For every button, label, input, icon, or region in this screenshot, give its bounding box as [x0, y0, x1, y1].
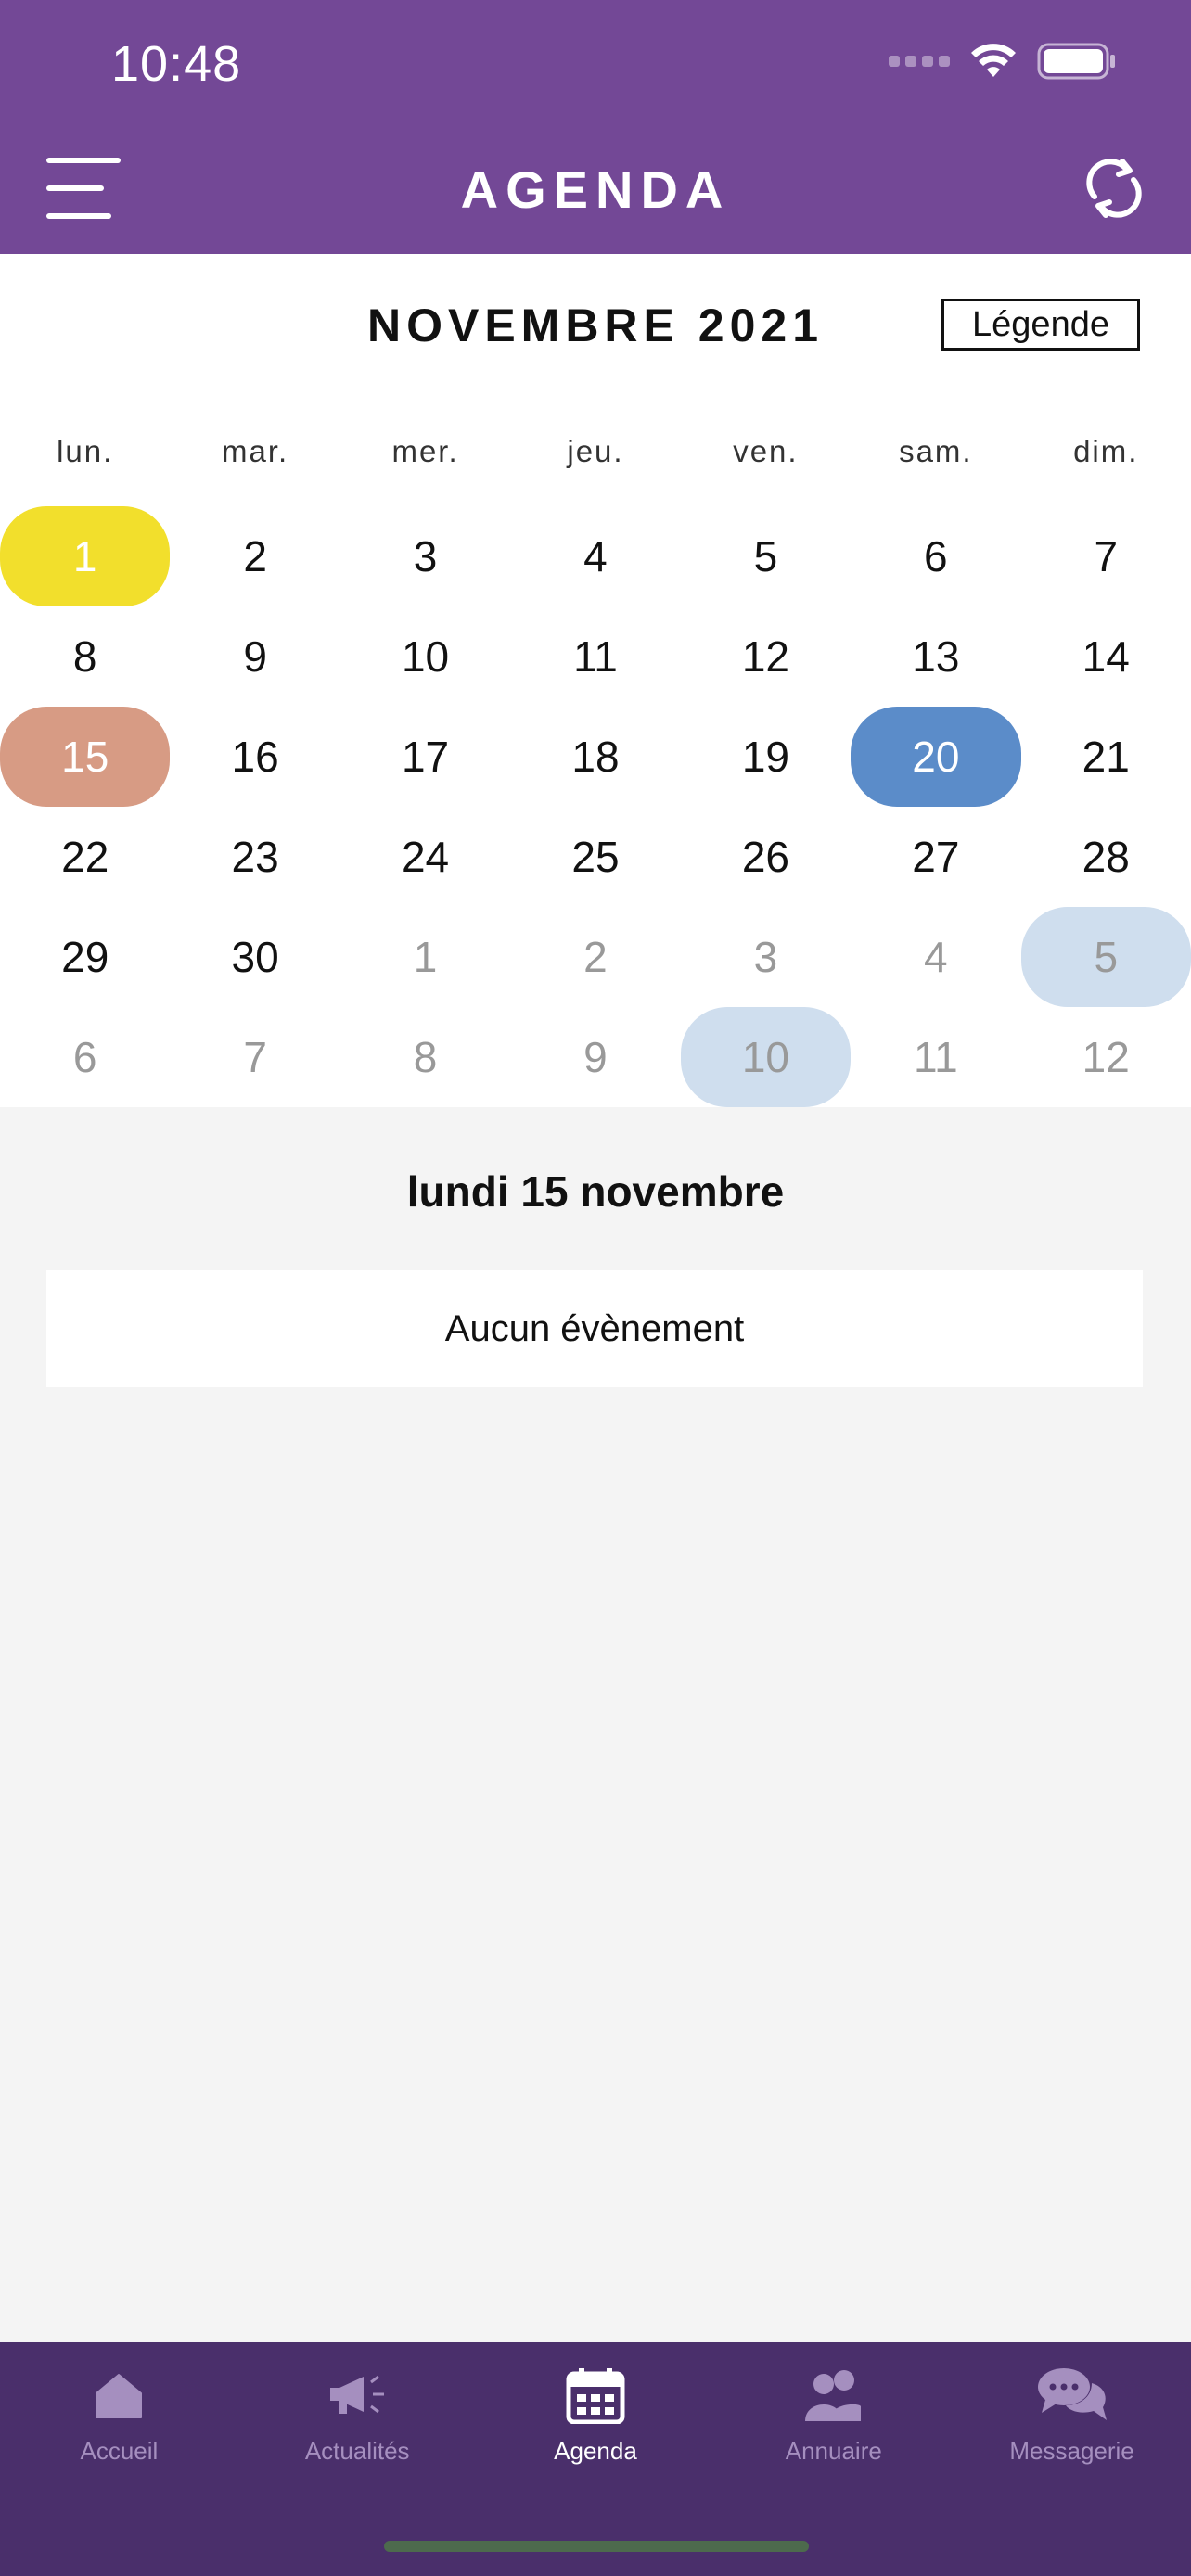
calendar-day[interactable]: 11	[510, 606, 680, 707]
calendar-day[interactable]: 14	[1021, 606, 1191, 707]
page-title: AGENDA	[460, 160, 731, 219]
calendar-day-other-month[interactable]: 5	[1020, 907, 1191, 1007]
weekday-label: jeu.	[567, 434, 624, 468]
tab-label: Actualités	[304, 2437, 410, 2465]
weekday-label: mar.	[222, 434, 289, 468]
battery-icon	[1037, 43, 1115, 80]
weekday-label: ven.	[733, 434, 799, 468]
calendar-day-other-month[interactable]: 7	[170, 1007, 339, 1107]
weekday-label: sam.	[899, 434, 973, 468]
status-icons	[889, 43, 1117, 80]
tab-actualites[interactable]: Actualités	[238, 2342, 477, 2500]
calendar-day[interactable]: 13	[851, 606, 1020, 707]
calendar-day[interactable]: 25	[510, 807, 680, 907]
calendar-day-other-month[interactable]: 8	[340, 1007, 510, 1107]
calendar-day[interactable]: 19	[681, 707, 851, 807]
calendar-day-selected[interactable]: 15	[0, 707, 171, 807]
calendar-day[interactable]: 27	[851, 807, 1020, 907]
calendar-day[interactable]: 29	[0, 907, 170, 1007]
tab-messagerie[interactable]: Messagerie	[953, 2342, 1191, 2500]
wifi-icon	[971, 44, 1016, 77]
calendar-week: 29 30 1 2 3 4 5	[0, 907, 1191, 1007]
calendar-day-other-month[interactable]: 3	[681, 907, 851, 1007]
chat-icon	[1035, 2363, 1109, 2428]
calendar-day-today[interactable]: 20	[851, 707, 1021, 807]
calendar-week: 22 23 24 25 26 27 28	[0, 807, 1191, 907]
tab-label: Accueil	[80, 2437, 159, 2465]
calendar-day[interactable]: 16	[170, 707, 339, 807]
calendar-day[interactable]: 30	[170, 907, 339, 1007]
weekday-label: mer.	[391, 434, 459, 468]
people-icon	[797, 2363, 871, 2428]
calendar-day-other-month[interactable]: 9	[510, 1007, 680, 1107]
calendar-day-other-month[interactable]: 12	[1021, 1007, 1191, 1107]
calendar-grid: 1 2 3 4 5 6 7 8 9 10 11 12 13 14 15 16 1…	[0, 506, 1191, 1107]
refresh-icon[interactable]	[1082, 156, 1146, 221]
calendar-day[interactable]: 6	[851, 506, 1020, 606]
calendar-day-other-month[interactable]: 1	[340, 907, 510, 1007]
weekday-label: dim.	[1073, 434, 1139, 468]
calendar-week: 6 7 8 9 10 11 12	[0, 1007, 1191, 1107]
tab-label: Messagerie	[1009, 2437, 1134, 2465]
calendar-day[interactable]: 7	[1021, 506, 1191, 606]
calendar-day[interactable]: 18	[510, 707, 680, 807]
calendar-day[interactable]: 21	[1021, 707, 1191, 807]
selected-date-heading: lundi 15 novembre	[406, 1167, 785, 1216]
home-icon	[82, 2363, 156, 2428]
tab-accueil[interactable]: Accueil	[0, 2342, 238, 2500]
tab-label: Agenda	[554, 2437, 637, 2465]
tab-agenda[interactable]: Agenda	[477, 2342, 715, 2500]
calendar-week: 1 2 3 4 5 6 7	[0, 506, 1191, 606]
calendar-day[interactable]: 5	[681, 506, 851, 606]
calendar-day-other-month[interactable]: 4	[851, 907, 1020, 1007]
calendar-day[interactable]: 2	[170, 506, 339, 606]
calendar-day[interactable]: 17	[340, 707, 510, 807]
calendar-day-other-month[interactable]: 11	[851, 1007, 1020, 1107]
megaphone-icon	[320, 2363, 394, 2428]
tab-label: Annuaire	[785, 2437, 882, 2465]
calendar-day[interactable]: 26	[681, 807, 851, 907]
calendar-day[interactable]: 12	[681, 606, 851, 707]
calendar-week: 15 16 17 18 19 20 21	[0, 707, 1191, 807]
tab-annuaire[interactable]: Annuaire	[714, 2342, 953, 2500]
calendar-day-other-month[interactable]: 10	[680, 1007, 852, 1107]
calendar: NOVEMBRE 2021 Légende lun. mar. mer. jeu…	[0, 254, 1191, 1107]
signal-icon	[889, 56, 950, 67]
calendar-icon	[558, 2363, 633, 2428]
calendar-day[interactable]: 1	[0, 506, 171, 606]
calendar-day[interactable]: 24	[340, 807, 510, 907]
calendar-day[interactable]: 10	[340, 606, 510, 707]
calendar-day[interactable]: 3	[340, 506, 510, 606]
calendar-day[interactable]: 9	[170, 606, 339, 707]
calendar-day[interactable]: 28	[1021, 807, 1191, 907]
app-header: 10:48 AGENDA	[0, 0, 1191, 254]
calendar-day[interactable]: 8	[0, 606, 170, 707]
calendar-day-other-month[interactable]: 2	[510, 907, 680, 1007]
calendar-day[interactable]: 4	[510, 506, 680, 606]
legend-button[interactable]: Légende	[941, 299, 1140, 351]
calendar-week: 8 9 10 11 12 13 14	[0, 606, 1191, 707]
status-time: 10:48	[111, 36, 242, 92]
weekday-label: lun.	[57, 434, 114, 468]
calendar-day-other-month[interactable]: 6	[0, 1007, 170, 1107]
calendar-day[interactable]: 22	[0, 807, 170, 907]
calendar-day[interactable]: 23	[170, 807, 339, 907]
home-indicator	[384, 2541, 809, 2552]
weekday-header: lun. mar. mer. jeu. ven. sam. dim.	[0, 434, 1191, 469]
no-events-card: Aucun évènement	[46, 1270, 1143, 1387]
